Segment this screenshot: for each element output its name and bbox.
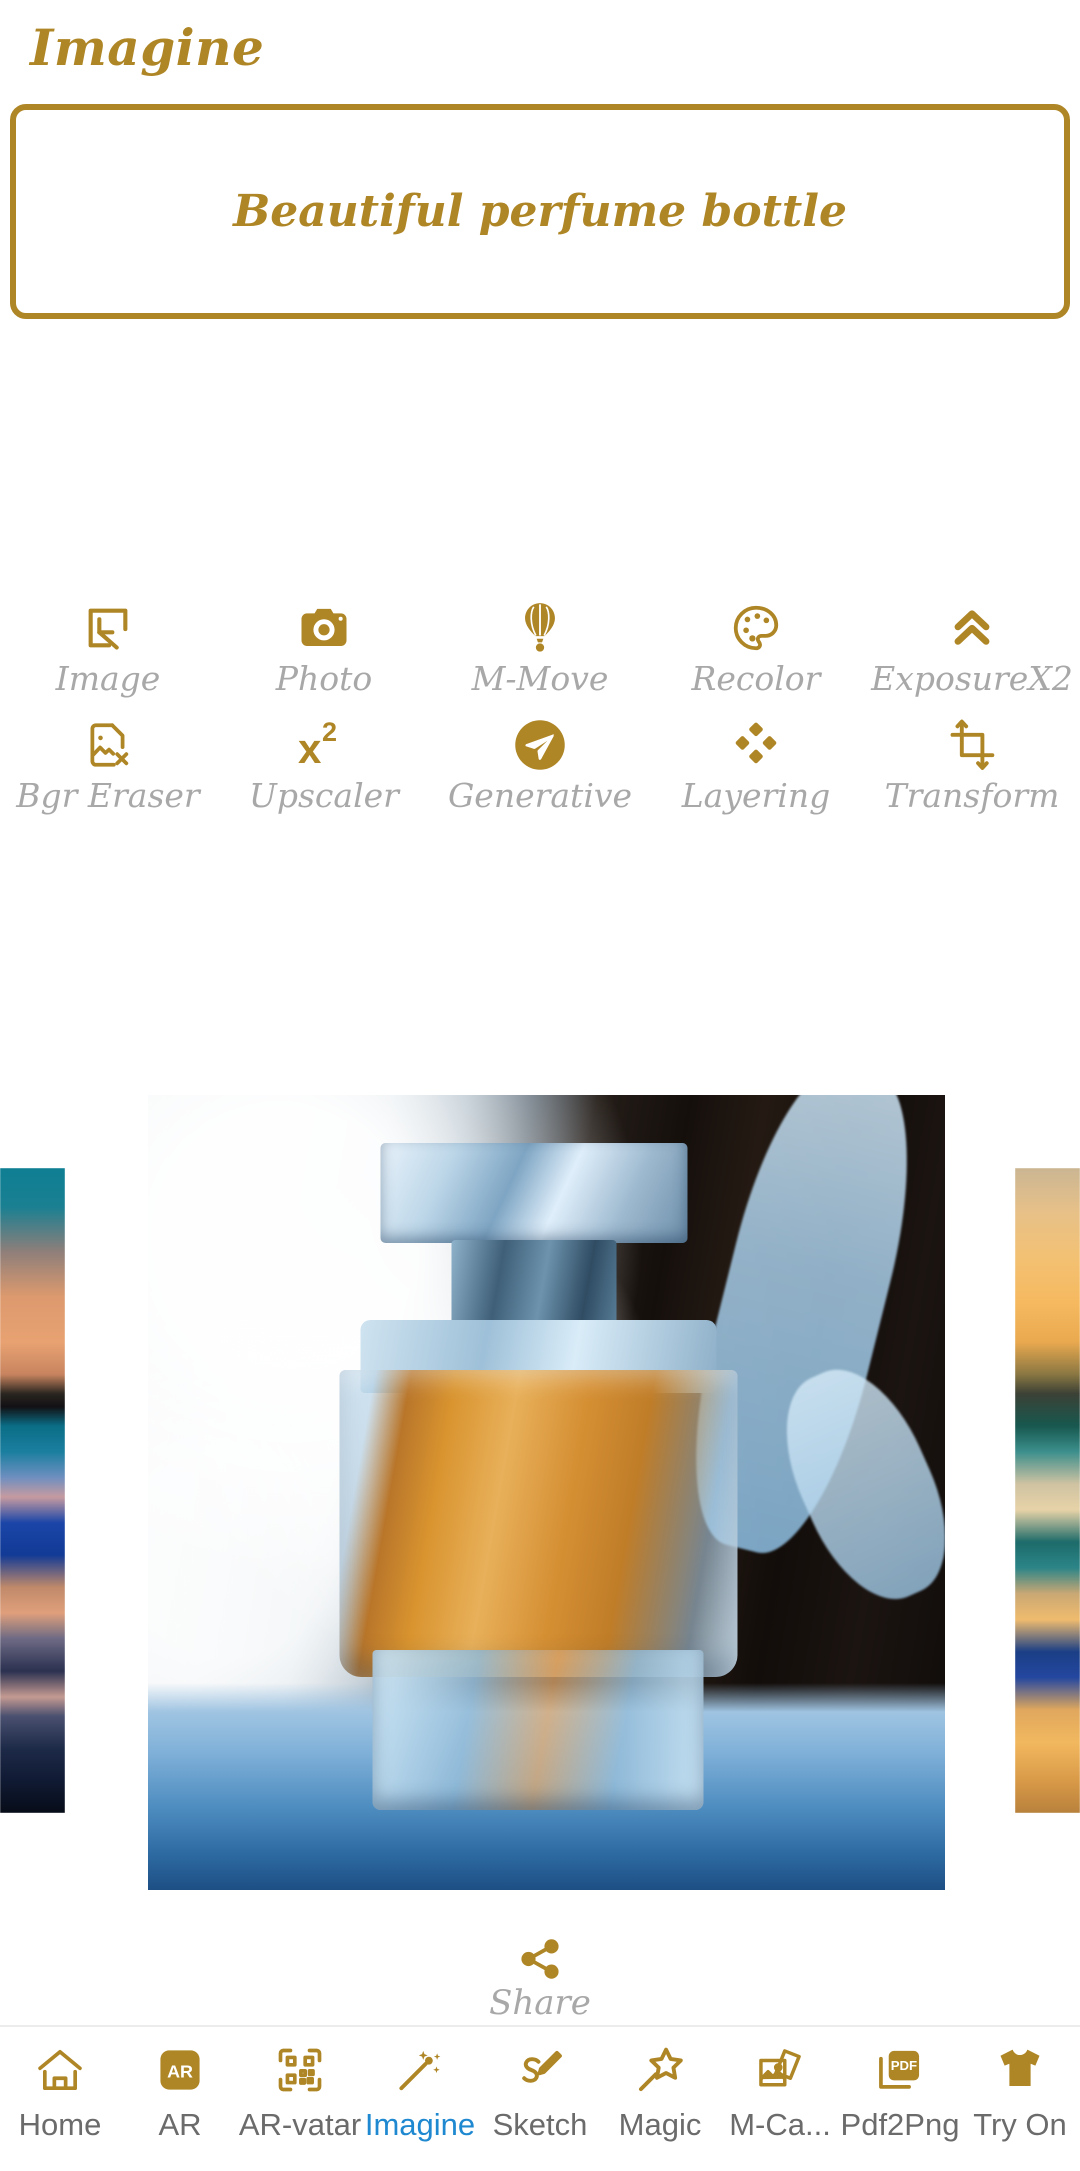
palette-icon [729, 600, 783, 656]
tool-label: Bgr Eraser [16, 776, 200, 815]
pdf-file-icon: PDF [874, 2041, 926, 2099]
nav-item-label: M-Ca... [729, 2107, 831, 2142]
nav-item-imagine[interactable]: Imagine [360, 2041, 480, 2140]
nav-item-pdf2png[interactable]: PDF Pdf2Png [840, 2041, 960, 2140]
crop-transform-icon [946, 717, 998, 773]
hot-air-balloon-icon [514, 600, 566, 656]
share-icon [517, 1936, 563, 1982]
send-circle-icon [513, 717, 567, 773]
prompt-input[interactable]: Beautiful perfume bottle [10, 104, 1070, 319]
image-remove-icon [83, 717, 133, 773]
nav-item-label: Try On [973, 2107, 1067, 2142]
tool-row-1: Image Photo M-Move Recolor ExposureX2 [0, 600, 1080, 695]
double-chevron-up-icon [946, 600, 998, 656]
home-icon [34, 2041, 86, 2099]
nav-item-label: AR-vatar [238, 2107, 362, 2142]
tool-label: M-Move [471, 659, 609, 698]
nav-item-label: Magic [618, 2107, 702, 2142]
share-button-label: Share [489, 1983, 591, 2023]
svg-text:2: 2 [322, 719, 337, 747]
nav-item-sketch[interactable]: Sketch [480, 2041, 600, 2140]
result-carousel[interactable] [0, 1095, 1080, 1895]
x-squared-icon: x 2 [296, 717, 352, 773]
nav-item-label: Home [18, 2107, 102, 2142]
nav-item-home[interactable]: Home [0, 2041, 120, 2140]
tool-grid: Image Photo M-Move Recolor ExposureX2 Bg… [0, 600, 1080, 812]
tool-photo[interactable]: Photo [216, 600, 432, 695]
tool-label: Transform [884, 776, 1060, 815]
carousel-thumb-previous[interactable] [0, 1168, 65, 1813]
star-wand-icon [634, 2041, 686, 2099]
nav-item-try-on[interactable]: Try On [960, 2041, 1080, 2140]
magic-wand-icon [394, 2041, 446, 2099]
nav-item-label: Pdf2Png [840, 2107, 960, 2142]
carousel-thumb-next[interactable] [1015, 1168, 1080, 1813]
page-title: Imagine [30, 18, 265, 77]
ar-badge-icon: AR [155, 2041, 205, 2099]
bottom-navigation: Home AR AR AR-vatar Imagine Sketch Magic… [0, 2025, 1080, 2171]
svg-text:x: x [298, 725, 322, 771]
nav-item-label: AR [158, 2107, 202, 2142]
tool-label: Photo [275, 659, 373, 698]
tool-bgr-eraser[interactable]: Bgr Eraser [0, 717, 216, 812]
four-diamonds-icon [731, 717, 781, 773]
perfume-bottle [331, 1142, 745, 1811]
tool-generative[interactable]: Generative [432, 717, 648, 812]
svg-text:AR: AR [167, 2062, 193, 2082]
tool-recolor[interactable]: Recolor [648, 600, 864, 695]
carousel-thumb-previous-image [0, 1168, 65, 1813]
generated-image[interactable] [148, 1095, 945, 1890]
tool-image[interactable]: Image [0, 600, 216, 695]
carousel-thumb-next-image [1015, 1168, 1080, 1813]
generated-image-content [148, 1095, 945, 1890]
tool-row-2: Bgr Eraser x 2 Upscaler Generative Layer… [0, 717, 1080, 812]
nav-item-label: Imagine [364, 2107, 476, 2142]
tool-label: Recolor [691, 659, 821, 698]
tool-exposure-x2[interactable]: ExposureX2 [864, 600, 1080, 695]
tool-label: Layering [681, 776, 831, 815]
photo-stack-icon [753, 2041, 807, 2099]
nav-item-ar-vatar[interactable]: AR-vatar [238, 2041, 362, 2142]
image-select-icon [82, 600, 134, 656]
tool-label: Image [55, 659, 161, 698]
tool-label: Upscaler [249, 776, 399, 815]
qr-code-icon [274, 2041, 326, 2099]
tool-label: Generative [447, 776, 633, 815]
prompt-input-value[interactable]: Beautiful perfume bottle [209, 186, 871, 237]
tool-label: ExposureX2 [871, 659, 1073, 698]
share-button[interactable]: Share [0, 1936, 1080, 2020]
tool-layering[interactable]: Layering [648, 717, 864, 812]
tool-transform[interactable]: Transform [864, 717, 1080, 812]
sketch-pen-icon [514, 2041, 566, 2099]
nav-item-label: Sketch [492, 2107, 588, 2142]
svg-text:PDF: PDF [891, 2058, 917, 2073]
tool-upscaler[interactable]: x 2 Upscaler [216, 717, 432, 812]
camera-icon [297, 600, 351, 656]
tool-m-move[interactable]: M-Move [432, 600, 648, 695]
nav-item-ar[interactable]: AR AR [120, 2041, 240, 2140]
tshirt-icon [993, 2041, 1047, 2099]
nav-item-magic[interactable]: Magic [600, 2041, 720, 2140]
nav-item-m-camera[interactable]: M-Ca... [720, 2041, 840, 2140]
